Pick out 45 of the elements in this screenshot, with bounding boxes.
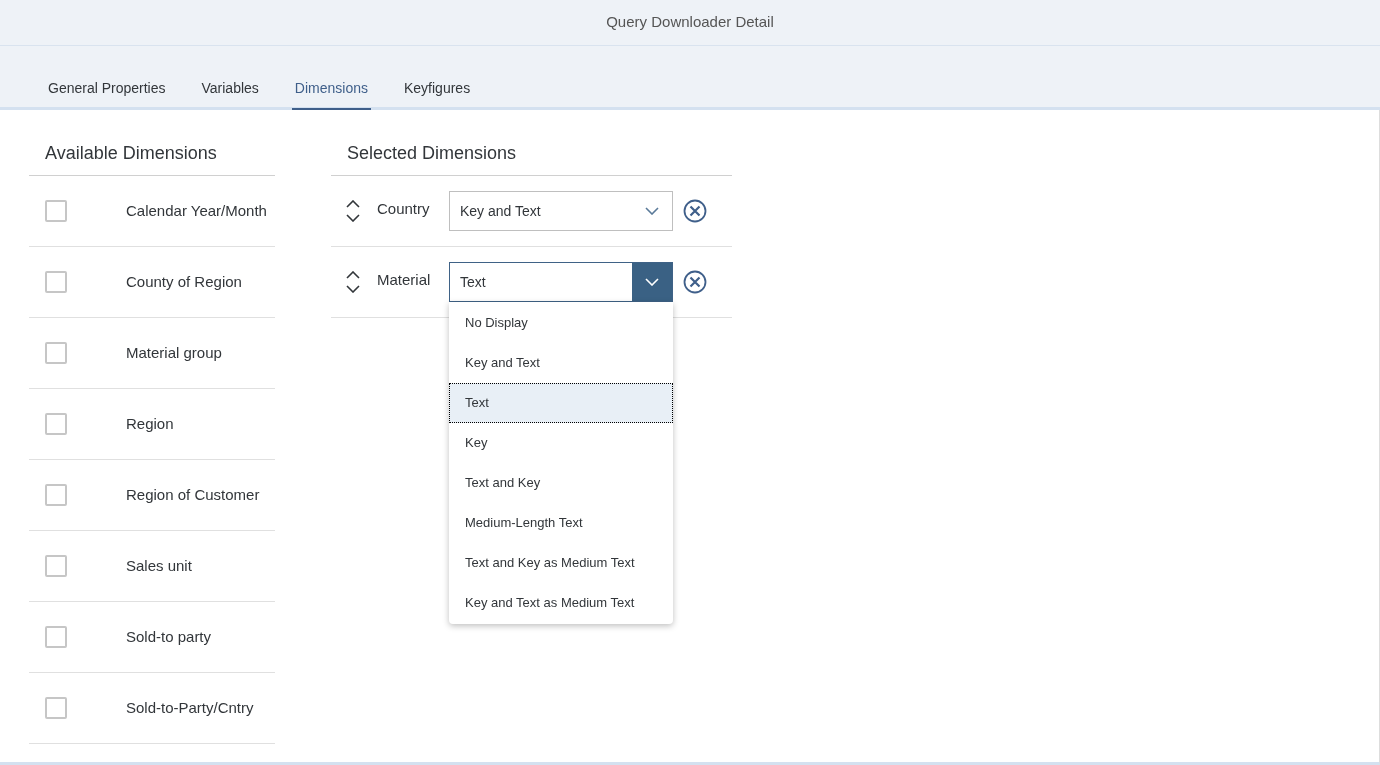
dropdown-option[interactable]: Key [449,423,673,463]
select-value: Key and Text [459,201,542,221]
checkbox[interactable] [45,555,67,577]
select-value: Text [459,272,487,292]
chevron-down-icon [645,207,659,215]
dimension-label: Region [126,413,174,434]
window-title: Query Downloader Detail [606,12,774,33]
dimension-label: County of Region [126,271,242,292]
move-up-icon [346,271,360,279]
checkbox[interactable] [45,626,67,648]
dimension-label: Sold-to party [126,626,212,647]
checkbox[interactable] [45,484,67,506]
dimension-label: Material [377,269,432,290]
dropdown-option[interactable]: Text and Key [449,463,673,503]
dimension-label: Country [377,198,431,219]
display-select[interactable]: Key and Text [449,191,673,231]
dropdown-option[interactable]: Medium-Length Text [449,503,673,543]
chevron-down-icon [645,278,659,286]
checkbox[interactable] [45,697,67,719]
dropdown-option[interactable]: Key and Text as Medium Text [449,583,673,623]
move-down-icon [346,285,360,293]
dimension-label: Sales unit [126,555,192,576]
remove-icon[interactable] [683,199,707,223]
dimension-label: Calendar Year/Month [126,200,267,221]
section-heading: Selected Dimensions [347,143,517,163]
dropdown-option[interactable]: Text [449,383,673,423]
dimension-label: Material group [126,342,222,363]
dimension-label: Sold-to-Party/Cntry [126,697,254,718]
section-heading: Available Dimensions [45,142,217,165]
tab[interactable]: Variables [198,68,262,110]
checkbox[interactable] [45,200,67,222]
tab[interactable]: Keyfigures [401,68,474,110]
move-down-icon [346,214,360,222]
display-select[interactable]: Text [449,262,673,302]
dropdown-option[interactable]: Text and Key as Medium Text [449,543,673,583]
checkbox[interactable] [45,413,67,435]
tab[interactable]: General Properties [45,68,169,110]
checkbox[interactable] [45,342,67,364]
dropdown-option[interactable]: Key and Text [449,343,673,383]
move-up-icon [346,200,360,208]
dropdown-option[interactable]: No Display [449,303,673,343]
checkbox[interactable] [45,271,67,293]
dimension-label: Region of Customer [126,484,260,505]
tab[interactable]: Dimensions [291,68,371,110]
remove-icon[interactable] [683,270,707,294]
